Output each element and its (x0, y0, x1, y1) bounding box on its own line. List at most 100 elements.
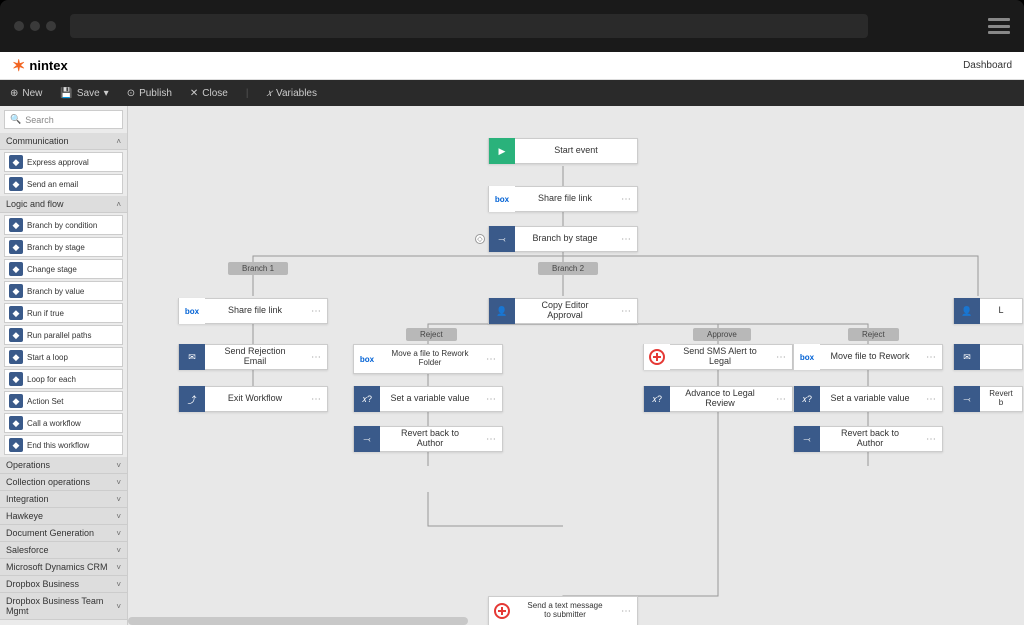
variable-icon: 𝑥 (266, 88, 272, 99)
node-send-rejection-email[interactable]: ✉ Send Rejection Email ⋯ (178, 344, 328, 370)
action-item[interactable]: ◆Branch by condition (4, 215, 123, 235)
action-item[interactable]: ◆Action Set (4, 391, 123, 411)
node-menu-icon[interactable]: ⋯ (920, 352, 942, 363)
node-set-variable[interactable]: 𝑥? Set a variable value ⋯ (353, 386, 503, 412)
chevron-down-icon: ▾ (104, 88, 109, 99)
action-label: Branch by stage (27, 243, 85, 252)
node-menu-icon[interactable]: ⋯ (615, 234, 637, 245)
node-menu-icon[interactable]: ⋯ (615, 194, 637, 205)
box-icon: box (794, 344, 820, 370)
node-menu-icon[interactable]: ⋯ (920, 434, 942, 445)
node-branch-by-stage[interactable]: ⤙ Branch by stage ⋯ (488, 226, 638, 252)
header-right-link[interactable]: Dashboard (963, 60, 1012, 71)
chevron-down-icon: ˅ (116, 461, 121, 470)
node-email-partial[interactable]: ✉ (953, 344, 1023, 370)
box-icon: box (354, 346, 380, 372)
hamburger-icon[interactable] (988, 18, 1010, 34)
url-bar[interactable] (70, 14, 868, 38)
node-share-file-link-b1[interactable]: box Share file link ⋯ (178, 298, 328, 324)
node-menu-icon[interactable]: ⋯ (920, 394, 942, 405)
action-label: Start a loop (27, 353, 68, 362)
group-header[interactable]: Logic and flow˄ (0, 196, 127, 213)
node-start-event[interactable]: ▶ Start event (488, 138, 638, 164)
variables-button[interactable]: 𝑥Variables (266, 88, 317, 99)
group-header[interactable]: Microsoft Dynamics CRM˅ (0, 559, 127, 576)
node-send-sms[interactable]: Send SMS Alert to Legal ⋯ (643, 344, 793, 370)
publish-button[interactable]: ⊙Publish (127, 88, 172, 99)
node-menu-icon[interactable]: ⋯ (615, 606, 637, 617)
if-icon: ◆ (9, 306, 23, 320)
group-header[interactable]: Collection operations˅ (0, 474, 127, 491)
group-label: Dropbox Business (6, 579, 79, 589)
node-exit-workflow[interactable]: ⤴ Exit Workflow ⋯ (178, 386, 328, 412)
group-header[interactable]: Document Generation˅ (0, 525, 127, 542)
node-copy-editor-approval[interactable]: 👤 Copy Editor Approval ⋯ (488, 298, 638, 324)
save-button[interactable]: 💾Save▾ (60, 88, 108, 99)
group-header[interactable]: Hawkeye˅ (0, 508, 127, 525)
node-send-text-submitter[interactable]: Send a text message to submitter ⋯ (488, 596, 638, 625)
approval-icon: 👤 (489, 298, 515, 324)
action-item[interactable]: ◆Express approval (4, 152, 123, 172)
node-move-rework2[interactable]: box Move file to Rework ⋯ (793, 344, 943, 370)
email-icon: ✉ (179, 344, 205, 370)
group-header[interactable]: Communication˄ (0, 133, 127, 150)
group-header[interactable]: Integration˅ (0, 491, 127, 508)
node-menu-icon[interactable]: ⋯ (480, 394, 502, 405)
sidebar-group: Dropbox Business Team Mgmt˅ (0, 593, 127, 620)
node-share-file-link[interactable]: box Share file link ⋯ (488, 186, 638, 212)
group-header[interactable]: Operations˅ (0, 457, 127, 474)
node-advance-legal[interactable]: 𝑥? Advance to Legal Review ⋯ (643, 386, 793, 412)
node-menu-icon[interactable]: ⋯ (615, 306, 637, 317)
action-item[interactable]: ◆Run parallel paths (4, 325, 123, 345)
sidebar-group: Operations˅ (0, 457, 127, 474)
email-icon: ✉ (954, 344, 980, 370)
branch-label-approve: Approve (693, 328, 751, 341)
node-legal-partial[interactable]: 👤 L (953, 298, 1023, 324)
node-revert-partial[interactable]: ⤙ Revert b (953, 386, 1023, 412)
action-label: Branch by condition (27, 221, 97, 230)
action-item[interactable]: ◆End this workflow (4, 435, 123, 455)
group-header[interactable]: Salesforce˅ (0, 542, 127, 559)
close-icon: ✕ (190, 88, 198, 99)
action-item[interactable]: ◆Branch by value (4, 281, 123, 301)
node-menu-icon[interactable]: ⋯ (305, 352, 327, 363)
canvas[interactable]: ▶ Start event box Share file link ⋯ ⤙ Br… (128, 106, 1024, 625)
chevron-down-icon: ˅ (116, 580, 121, 589)
node-menu-icon[interactable]: ⋯ (305, 306, 327, 317)
node-menu-icon[interactable]: ⋯ (480, 354, 502, 365)
action-item[interactable]: ◆Send an email (4, 174, 123, 194)
app-window: ✶ nintex Dashboard ⊕New 💾Save▾ ⊙Publish … (0, 52, 1024, 625)
traffic-light-close[interactable] (14, 21, 24, 31)
node-menu-icon[interactable]: ⋯ (770, 352, 792, 363)
group-header[interactable]: Dropbox Business ˅ (0, 576, 127, 593)
node-revert-author2[interactable]: ⤙ Revert back to Author ⋯ (793, 426, 943, 452)
scrollbar-horizontal[interactable] (128, 617, 468, 625)
end-icon: ◆ (9, 438, 23, 452)
action-item[interactable]: ◆Call a workflow (4, 413, 123, 433)
node-set-variable2[interactable]: 𝑥? Set a variable value ⋯ (793, 386, 943, 412)
close-button[interactable]: ✕Close (190, 88, 228, 99)
search-input[interactable]: 🔍 Search (4, 110, 123, 129)
action-item[interactable]: ◆Run if true (4, 303, 123, 323)
sidebar-group: Integration˅ (0, 491, 127, 508)
chevron-down-icon: ˅ (116, 529, 121, 538)
chevron-down-icon: ˅ (116, 478, 121, 487)
action-item[interactable]: ◆Branch by stage (4, 237, 123, 257)
action-item[interactable]: ◆Change stage (4, 259, 123, 279)
action-label: Loop for each (27, 375, 76, 384)
chevron-up-icon: ˄ (116, 137, 121, 146)
node-menu-icon[interactable]: ⋯ (305, 394, 327, 405)
node-menu-icon[interactable]: ⋯ (480, 434, 502, 445)
group-header[interactable]: Dropbox Business Team Mgmt˅ (0, 593, 127, 620)
traffic-light-min[interactable] (30, 21, 40, 31)
node-menu-icon[interactable]: ⋯ (770, 394, 792, 405)
node-revert-author[interactable]: ⤙ Revert back to Author ⋯ (353, 426, 503, 452)
sidebar-group: Communication˄ ◆Express approval◆Send an … (0, 133, 127, 194)
variable-icon: 𝑥? (644, 386, 670, 412)
branch-connector[interactable]: ◇ (475, 234, 485, 244)
action-item[interactable]: ◆Loop for each (4, 369, 123, 389)
new-button[interactable]: ⊕New (10, 88, 42, 99)
traffic-light-max[interactable] (46, 21, 56, 31)
node-move-rework[interactable]: box Move a file to Rework Folder ⋯ (353, 344, 503, 374)
action-item[interactable]: ◆Start a loop (4, 347, 123, 367)
